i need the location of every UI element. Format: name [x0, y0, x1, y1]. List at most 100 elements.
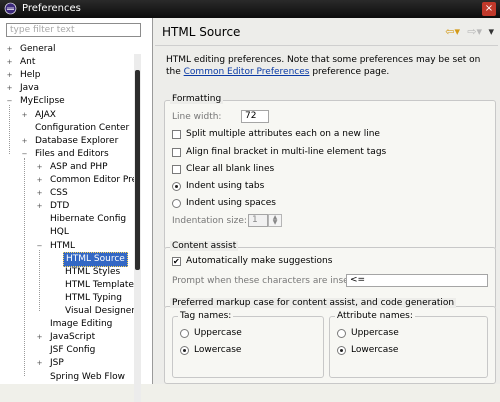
- attr-lowercase-radio[interactable]: [337, 346, 346, 355]
- tree-item-label: Java: [20, 83, 40, 94]
- tree-item[interactable]: + DTD: [0, 200, 134, 213]
- expand-icon[interactable]: +: [6, 59, 13, 66]
- auto-suggest-option[interactable]: Automatically make suggestions: [172, 255, 472, 268]
- tree-connector: [39, 249, 40, 311]
- indentation-size-spinner[interactable]: ▲ ▼: [268, 214, 282, 227]
- tree-item[interactable]: + Common Editor Pre: [0, 174, 134, 187]
- indentation-size-input[interactable]: 1: [248, 214, 268, 227]
- tree-item[interactable]: + Database Explorer: [0, 135, 134, 148]
- collapse-icon[interactable]: −: [21, 150, 28, 158]
- tree-item[interactable]: + ASP and PHP: [0, 161, 134, 174]
- common-editor-preferences-link[interactable]: Common Editor Preferences: [184, 67, 310, 77]
- forward-arrow-icon[interactable]: ⇨▾: [467, 25, 482, 38]
- tree-connector: [24, 157, 25, 377]
- tree-item-label: HTML Styles: [65, 266, 121, 277]
- tree-item[interactable]: + General: [0, 43, 134, 56]
- content-assist-group-label: Content assist: [170, 241, 239, 251]
- tag-lowercase-radio[interactable]: [180, 346, 189, 355]
- split-attributes-option[interactable]: Split multiple attributes each on a new …: [172, 128, 472, 141]
- auto-suggest-checkbox[interactable]: [172, 255, 181, 268]
- tree-item[interactable]: + JSP: [0, 357, 134, 370]
- tree-item-label: HTML Template: [65, 279, 134, 290]
- tag-uppercase-option[interactable]: Uppercase: [180, 327, 310, 340]
- view-menu-icon[interactable]: ▾: [488, 25, 494, 38]
- indent-tabs-option[interactable]: Indent using tabs: [172, 180, 472, 193]
- tag-uppercase-radio[interactable]: [180, 329, 189, 338]
- expand-icon[interactable]: +: [21, 137, 28, 145]
- attr-uppercase-radio[interactable]: [337, 329, 346, 338]
- tree-item-label: Database Explorer: [35, 135, 119, 146]
- collapse-icon[interactable]: −: [36, 242, 43, 250]
- tree-item-label: Visual Designer: [65, 306, 134, 316]
- tree-item[interactable]: − MyEclipse: [0, 95, 134, 108]
- collapse-icon[interactable]: −: [6, 98, 13, 105]
- scrollbar-thumb[interactable]: [135, 70, 140, 270]
- expand-icon[interactable]: +: [6, 46, 13, 53]
- tree-item[interactable]: − HTML: [0, 240, 134, 253]
- tag-names-label: Tag names:: [178, 311, 234, 321]
- tree-item-label: Hibernate Config: [50, 214, 127, 225]
- back-arrow-icon[interactable]: ⇦▾: [445, 25, 460, 38]
- line-width-input[interactable]: 72: [241, 110, 269, 123]
- attr-lowercase-option[interactable]: Lowercase: [337, 344, 467, 357]
- tree-item[interactable]: JSF Config: [0, 344, 134, 357]
- tree-item-label: HQL: [50, 227, 69, 238]
- tree-connector: [9, 105, 10, 154]
- tag-lowercase-option[interactable]: Lowercase: [180, 344, 310, 357]
- title-separator: [155, 45, 498, 46]
- expand-icon[interactable]: +: [36, 334, 43, 341]
- tree-item[interactable]: + Ant: [0, 56, 134, 69]
- tree-item[interactable]: HTML Template: [0, 279, 134, 292]
- align-bracket-option[interactable]: Align final bracket in multi-line elemen…: [172, 146, 472, 159]
- indent-spaces-radio[interactable]: [172, 199, 181, 208]
- close-icon[interactable]: ×: [482, 2, 496, 16]
- expand-icon[interactable]: +: [36, 163, 43, 171]
- expand-icon[interactable]: +: [36, 177, 43, 184]
- tree-item[interactable]: Image Editing: [0, 318, 134, 331]
- tree-item[interactable]: + JavaScript: [0, 331, 134, 344]
- tree-item[interactable]: HTML Source: [0, 251, 134, 267]
- tree-item[interactable]: Configuration Center: [0, 122, 134, 135]
- tree-item[interactable]: + CSS: [0, 187, 134, 200]
- page-description: HTML editing preferences. Note that some…: [166, 55, 481, 77]
- tree-item-label: Common Editor Pre: [50, 175, 134, 185]
- indent-tabs-radio[interactable]: [172, 182, 181, 191]
- tree-item-label: CSS: [50, 188, 68, 199]
- expand-icon[interactable]: +: [6, 85, 13, 92]
- tree-item-label: MyEclipse: [20, 96, 65, 107]
- clear-blank-lines-checkbox[interactable]: [172, 165, 181, 174]
- tree-item-label: General: [20, 44, 56, 54]
- filter-input[interactable]: [6, 23, 141, 37]
- expand-icon[interactable]: +: [6, 72, 13, 79]
- prompt-characters-input[interactable]: <=: [346, 274, 488, 287]
- attribute-names-label: Attribute names:: [335, 311, 415, 321]
- tree-item-label: JSP: [50, 358, 64, 369]
- tree-item-label: Configuration Center: [35, 122, 130, 133]
- line-width-label: Line width:: [172, 112, 222, 122]
- indentation-size-label: Indentation size:: [172, 216, 247, 226]
- tree-item[interactable]: Spring Web Flow: [0, 371, 134, 384]
- tree-item-label: HTML Source: [63, 251, 128, 267]
- indent-spaces-option[interactable]: Indent using spaces: [172, 197, 472, 210]
- tree-item[interactable]: Hibernate Config: [0, 213, 134, 226]
- tree-item[interactable]: + Help: [0, 69, 134, 82]
- markup-case-group-label: Preferred markup case for content assist…: [170, 298, 457, 308]
- expand-icon[interactable]: +: [36, 190, 43, 197]
- split-attributes-checkbox[interactable]: [172, 130, 181, 139]
- preference-page: HTML Source ⇦▾ ⇨▾ ▾ HTML editing prefere…: [153, 18, 500, 384]
- tree-item[interactable]: + Java: [0, 82, 134, 95]
- expand-icon[interactable]: +: [21, 111, 28, 119]
- tree-item-label: HTML Typing: [65, 292, 122, 303]
- attr-uppercase-option[interactable]: Uppercase: [337, 327, 467, 340]
- expand-icon[interactable]: +: [36, 360, 43, 367]
- tree-scrollbar[interactable]: [134, 54, 141, 402]
- tree-item[interactable]: + AJAX: [0, 109, 134, 122]
- expand-icon[interactable]: +: [36, 203, 43, 210]
- tree-item[interactable]: HTML Typing: [0, 292, 134, 305]
- align-bracket-checkbox[interactable]: [172, 148, 181, 157]
- tree-item[interactable]: HQL: [0, 226, 134, 239]
- tree-item[interactable]: Visual Designer: [0, 305, 134, 318]
- clear-blank-lines-option[interactable]: Clear all blank lines: [172, 163, 472, 176]
- tree-item[interactable]: − Files and Editors: [0, 148, 134, 161]
- tree-item[interactable]: HTML Styles: [0, 266, 134, 279]
